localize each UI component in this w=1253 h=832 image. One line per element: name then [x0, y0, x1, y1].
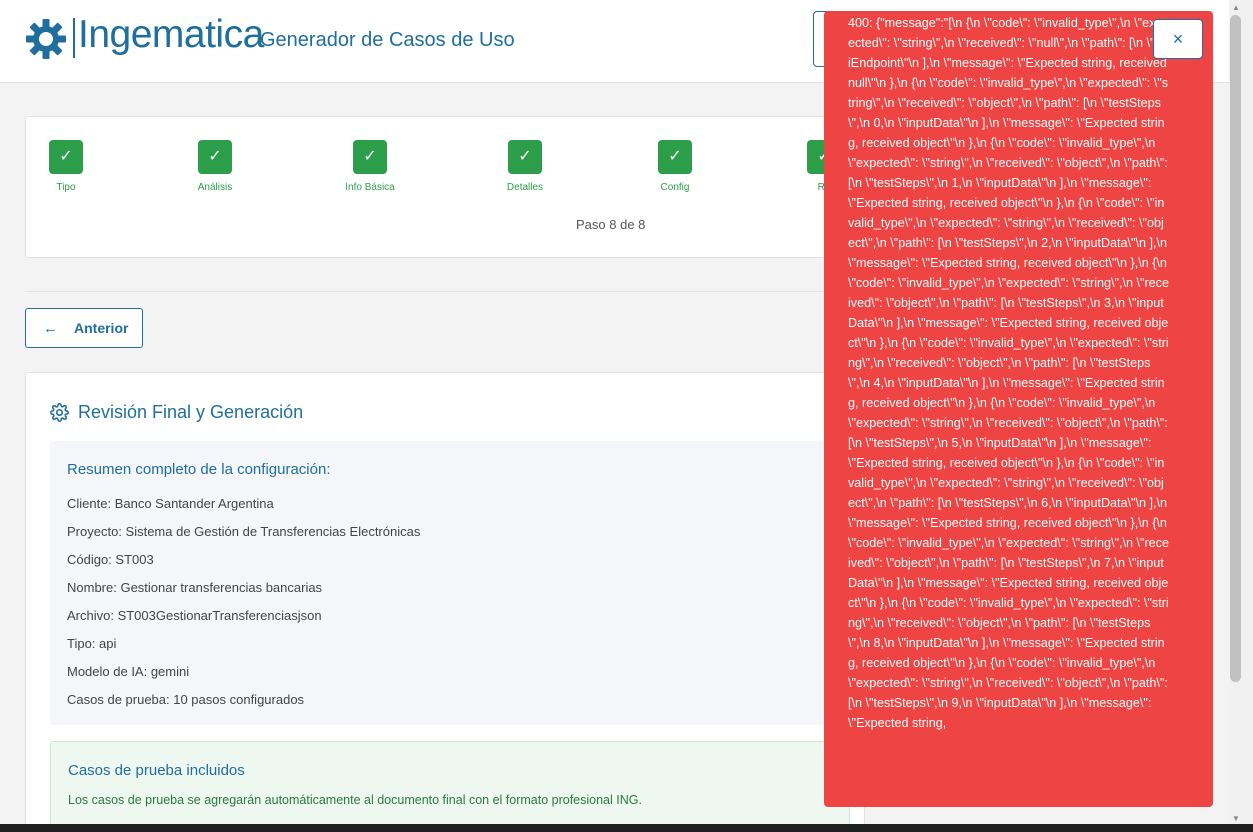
step-label: Tipo [56, 182, 76, 193]
test-cases-description: Los casos de prueba se agregarán automát… [68, 793, 642, 807]
summary-title: Resumen completo de la configuración: [67, 461, 331, 478]
review-card: Revisión Final y Generación Resumen comp… [25, 372, 865, 832]
summary-item: Proyecto: Sistema de Gestión de Transfer… [67, 524, 421, 539]
arrow-left-icon: ← [43, 319, 58, 337]
summary-item: Modelo de IA: gemini [67, 664, 190, 679]
step-label: Config [660, 182, 690, 193]
review-title-text: Revisión Final y Generación [78, 402, 304, 422]
scrollbar-thumb[interactable] [1230, 15, 1241, 682]
error-message: 400: {"message":"[\n {\n \"code\": \"inv… [848, 16, 1169, 730]
gear-logo-icon [26, 19, 66, 59]
step-progress: Paso 8 de 8 [576, 217, 646, 232]
back-button[interactable]: ← Anterior [25, 308, 143, 348]
step-detalles[interactable]: ✓ Detalles [485, 140, 565, 193]
summary-item: Código: ST003 [67, 552, 154, 567]
section-divider [25, 291, 865, 292]
summary-item: Cliente: Banco Santander Argentina [67, 496, 274, 511]
step-label: Detalles [506, 182, 544, 193]
close-icon: × [1172, 28, 1184, 49]
step-config[interactable]: ✓ Config [635, 140, 715, 193]
brand-name: Ingematica [78, 13, 264, 56]
settings-gear-icon [50, 403, 69, 422]
scroll-down-icon[interactable]: ▼ [1232, 814, 1240, 823]
summary-item: Casos de prueba: 10 pasos configurados [67, 692, 305, 707]
app-subtitle: Generador de Casos de Uso [260, 29, 515, 51]
check-icon: ✓ [198, 140, 232, 174]
check-icon: ✓ [658, 140, 692, 174]
step-tipo[interactable]: ✓ Tipo [26, 140, 106, 193]
test-cases-title: Casos de prueba incluidos [68, 762, 245, 779]
summary-item: Tipo: api [67, 636, 117, 651]
test-cases-box: Casos de prueba incluidos Los casos de p… [50, 741, 850, 832]
summary-box: Resumen completo de la configuración: Cl… [50, 441, 850, 725]
close-toast-button[interactable]: × [1153, 19, 1203, 59]
step-analisis[interactable]: ✓ Análisis [175, 140, 255, 193]
summary-item: Nombre: Gestionar transferencias bancari… [67, 580, 323, 595]
check-icon: ✓ [49, 140, 83, 174]
stepper-card: ✓ Tipo ✓ Análisis ✓ Info Básica ✓ Detall… [25, 116, 865, 258]
check-icon: ✓ [353, 140, 387, 174]
bottom-bar [0, 824, 1253, 832]
scroll-up-icon[interactable]: ▲ [1232, 3, 1240, 12]
step-label: Análisis [197, 182, 233, 193]
step-info-basica[interactable]: ✓ Info Básica [330, 140, 410, 193]
error-toast: 400: {"message":"[\n {\n \"code\": \"inv… [824, 11, 1213, 807]
review-title: Revisión Final y Generación [50, 402, 303, 423]
logo-separator [73, 18, 75, 58]
summary-item: Archivo: ST003GestionarTransferenciasjso… [67, 608, 322, 623]
back-button-label: Anterior [74, 320, 129, 336]
step-label: Info Básica [345, 182, 395, 193]
check-icon: ✓ [508, 140, 542, 174]
